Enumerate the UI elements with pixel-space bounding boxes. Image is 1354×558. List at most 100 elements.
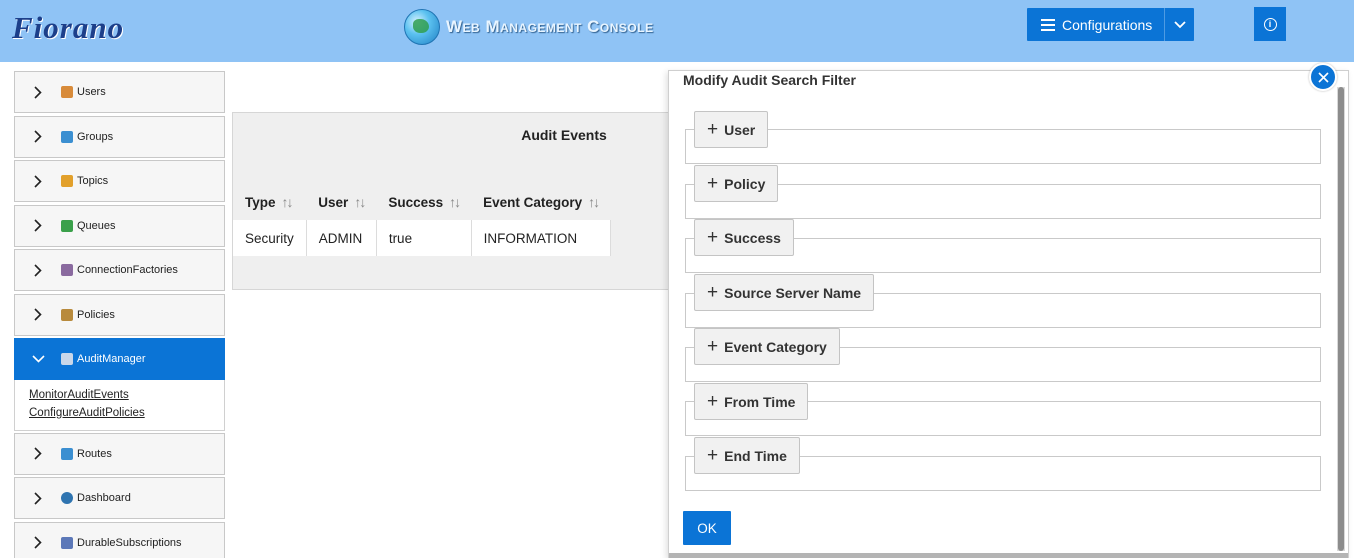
chevron-down-icon[interactable]: [1164, 8, 1194, 41]
queues-icon: [61, 219, 73, 232]
filter-policy-toggle[interactable]: + Policy: [694, 165, 779, 202]
chevron-down-icon: [15, 355, 61, 363]
vertical-scrollbar[interactable]: [1337, 87, 1345, 551]
plus-icon: +: [707, 172, 719, 194]
sort-icon[interactable]: ↑↓: [449, 194, 461, 210]
chevron-right-icon: [15, 130, 61, 143]
filter-fieldset-user[interactable]: [685, 129, 1321, 164]
audit-events-table: Type ↑↓ User ↑↓ Success ↑↓ Event Category ↑↓…: [233, 184, 611, 256]
chevron-right-icon: [15, 308, 61, 321]
audit-manager-icon: [61, 353, 73, 365]
sidebar-item-durable-subscriptions[interactable]: DurableSubscriptions: [14, 521, 225, 558]
filter-user-toggle[interactable]: + User: [694, 111, 769, 148]
column-header-success[interactable]: Success ↑↓: [376, 184, 472, 220]
topics-icon: [61, 175, 73, 187]
configurations-dropdown[interactable]: Configurations: [1027, 8, 1194, 41]
sidebar-item-label: Routes: [77, 447, 112, 460]
filter-from-time-toggle[interactable]: + From Time: [694, 383, 809, 420]
routes-icon: [61, 447, 73, 460]
column-header-type[interactable]: Type ↑↓: [233, 184, 307, 220]
filter-label: Source Server Name: [724, 284, 862, 301]
table-row[interactable]: Security ADMIN true INFORMATION: [233, 220, 611, 256]
plus-icon: +: [707, 281, 719, 303]
sort-icon[interactable]: ↑↓: [282, 194, 294, 210]
header: Fiorano Web Management Console Configura…: [0, 0, 1354, 62]
filter-label: From Time: [724, 393, 796, 410]
sidebar: Users Groups Topics Queues ConnectionFac…: [14, 71, 225, 558]
filter-end-time-toggle[interactable]: + End Time: [694, 437, 800, 474]
chevron-right-icon: [15, 174, 61, 188]
ok-button[interactable]: OK: [683, 511, 731, 545]
chevron-right-icon: [15, 263, 61, 277]
chevron-right-icon: [15, 447, 61, 460]
sidebar-item-audit-manager[interactable]: AuditManager: [14, 338, 225, 380]
fiorano-logo: Fiorano: [12, 10, 125, 45]
sidebar-item-label: Policies: [77, 308, 115, 321]
sidebar-item-queues[interactable]: Queues: [14, 204, 225, 247]
filter-label: Policy: [724, 175, 766, 192]
sidebar-item-connection-factories[interactable]: ConnectionFactories: [14, 249, 225, 291]
close-icon[interactable]: [1309, 63, 1337, 91]
chevron-right-icon: [15, 219, 61, 232]
plus-icon: +: [707, 335, 719, 357]
sidebar-item-policies[interactable]: Policies: [14, 293, 225, 336]
groups-icon: [61, 130, 73, 143]
plus-icon: +: [707, 226, 719, 248]
column-header-label: User: [318, 195, 349, 210]
sidebar-item-label: DurableSubscriptions: [77, 536, 182, 549]
filter-label: Event Category: [724, 338, 827, 355]
sidebar-item-label: ConnectionFactories: [77, 264, 178, 276]
sidebar-item-label: Dashboard: [77, 492, 131, 504]
column-header-user[interactable]: User ↑↓: [306, 184, 377, 220]
sidebar-item-routes[interactable]: Routes: [14, 432, 225, 475]
filter-label: User: [724, 121, 756, 138]
filter-event-category-toggle[interactable]: + Event Category: [694, 328, 840, 365]
filter-fieldset-policy[interactable]: [685, 184, 1321, 219]
sort-icon[interactable]: ↑↓: [588, 194, 600, 210]
list-icon: [1041, 18, 1055, 31]
chevron-right-icon: [15, 85, 61, 99]
sidebar-item-groups[interactable]: Groups: [14, 115, 225, 158]
sidebar-item-dashboard[interactable]: Dashboard: [14, 477, 225, 519]
submenu-configure-audit-policies[interactable]: ConfigureAuditPolicies: [29, 404, 210, 422]
cell-type: Security: [233, 220, 307, 256]
dashboard-icon: [61, 492, 73, 504]
audit-manager-submenu: MonitorAuditEvents ConfigureAuditPolicie…: [14, 379, 225, 431]
sidebar-item-label: Groups: [77, 130, 114, 143]
info-button[interactable]: i: [1254, 7, 1286, 41]
filter-label: End Time: [724, 447, 787, 464]
modify-audit-search-filter-dialog: Modify Audit Search Filter + User + Policy…: [668, 63, 1349, 558]
table-header-row: Type ↑↓ User ↑↓ Success ↑↓ Event Category ↑↓: [233, 184, 611, 220]
connection-factories-icon: [61, 264, 73, 276]
chevron-right-icon: [15, 491, 61, 505]
console-title-text: Web Management Console: [446, 17, 654, 36]
chevron-right-icon: [15, 536, 61, 549]
cell-user: ADMIN: [306, 220, 377, 256]
filter-label: Success: [724, 229, 781, 246]
plus-icon: +: [707, 118, 719, 140]
scrollbar-thumb[interactable]: [1338, 87, 1344, 551]
filter-source-server-name-toggle[interactable]: + Source Server Name: [694, 274, 875, 311]
info-icon: i: [1263, 17, 1277, 31]
sidebar-item-topics[interactable]: Topics: [14, 160, 225, 202]
column-header-label: Success: [388, 195, 444, 210]
plus-icon: +: [707, 444, 719, 466]
console-title: Web Management Console: [404, 9, 654, 45]
users-icon: [61, 86, 73, 98]
horizontal-scrollbar[interactable]: [669, 553, 1348, 558]
filter-success-toggle[interactable]: + Success: [694, 219, 794, 256]
configurations-label: Configurations: [1062, 16, 1153, 33]
column-header-event-category[interactable]: Event Category ↑↓: [471, 184, 611, 220]
sidebar-item-users[interactable]: Users: [14, 71, 225, 113]
durable-subscriptions-icon: [61, 536, 73, 549]
cell-success: true: [376, 220, 472, 256]
sort-icon[interactable]: ↑↓: [354, 194, 366, 210]
sidebar-item-label: Queues: [77, 219, 116, 232]
plus-icon: +: [707, 390, 719, 412]
globe-icon: [404, 9, 440, 45]
policies-icon: [61, 308, 73, 321]
column-header-label: Type: [245, 195, 276, 210]
sidebar-item-label: Topics: [77, 175, 109, 187]
cell-event-category: INFORMATION: [471, 220, 611, 256]
submenu-monitor-audit-events[interactable]: MonitorAuditEvents: [29, 386, 210, 404]
